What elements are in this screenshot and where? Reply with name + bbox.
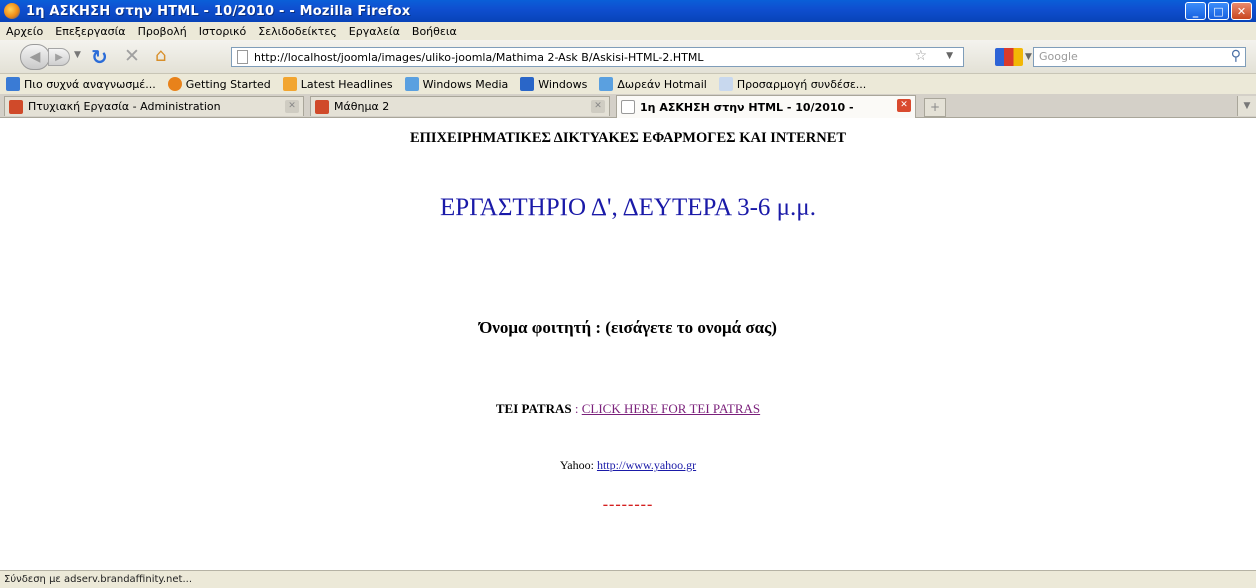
page-content: ΕΠΙΧΕΙΡΗΜΑΤΙΚΕΣ ΔΙΚΤΥΑΚΕΣ ΕΦΑΡΜΟΓΕΣ ΚΑΙ … [0,118,1256,570]
bookmark-windows-media[interactable]: Windows Media [399,77,509,91]
tei-label: TEI PATRAS [495,401,572,416]
history-dropdown-icon[interactable]: ▼ [74,50,81,60]
menu-help[interactable]: Βοήθεια [406,25,463,38]
search-icon[interactable]: ⚲ [1231,47,1241,65]
joomla-icon [9,99,23,114]
firefox-icon [167,77,182,91]
tab-askisi-html[interactable]: 1η ΑΣΚΗΣΗ στην HTML - 10/2010 - ✕ [616,95,916,118]
windows-icon [599,77,614,91]
menu-file[interactable]: Αρχείο [0,25,49,38]
bookmark-most-visited[interactable]: Πιο συχνά αναγνωσμέ... [0,77,156,91]
bookmark-label: Windows Media [422,77,509,91]
bookmark-label: Πιο συχνά αναγνωσμέ... [24,77,156,91]
back-button[interactable]: ◀ [20,44,50,70]
close-tab-icon[interactable]: ✕ [591,100,605,113]
search-input[interactable]: Google ⚲ [1033,47,1246,67]
page-icon [237,50,248,64]
folder-icon [6,77,20,91]
yahoo-link[interactable]: http://www.yahoo.gr [597,458,696,472]
menu-history[interactable]: Ιστορικό [193,25,253,38]
rss-icon [282,77,297,91]
window-controls: _ □ ✕ [1185,2,1252,20]
url-dropdown-icon[interactable]: ▼ [946,51,953,61]
page-heading: ΕΠΙΧΕΙΡΗΜΑΤΙΚΕΣ ΔΙΚΤΥΑΚΕΣ ΕΦΑΡΜΟΓΕΣ ΚΑΙ … [409,130,847,146]
bookmark-latest-headlines[interactable]: Latest Headlines [277,77,393,91]
bookmarks-toolbar: Πιο συχνά αναγνωσμέ... Getting Started L… [0,74,1256,94]
forward-button[interactable]: ▶ [48,48,70,66]
close-tab-icon[interactable]: ✕ [285,100,299,113]
minimize-button[interactable]: _ [1185,2,1206,20]
joomla-icon [315,99,329,114]
firefox-icon [4,3,20,19]
tab-mathima-2[interactable]: Μάθημα 2 ✕ [310,96,610,116]
home-icon[interactable]: ⌂ [155,45,166,66]
search-engine-icon[interactable] [995,48,1023,66]
tei-separator: : [571,401,582,416]
page-icon [718,77,733,91]
msn-icon [520,77,535,91]
menu-tools[interactable]: Εργαλεία [343,25,406,38]
tab-list-dropdown-icon[interactable]: ▼ [1237,96,1256,116]
bookmark-hotmail[interactable]: Δωρεάν Hotmail [593,77,707,91]
tei-line: TEI PATRAS : CLICK HERE FOR TEI PATRAS [0,401,1256,417]
bookmark-label: Δωρεάν Hotmail [617,77,707,91]
stop-icon[interactable]: ✕ [124,45,140,67]
window-title: 1η ΑΣΚΗΣΗ στην HTML - 10/2010 - - Mozill… [26,3,411,19]
page-icon [621,100,635,114]
window-titlebar: 1η ΑΣΚΗΣΗ στην HTML - 10/2010 - - Mozill… [0,0,1256,22]
navigation-toolbar: ◀ ▶ ▼ ↻ ✕ ⌂ http://localhost/joomla/imag… [0,40,1256,74]
close-tab-icon[interactable]: ✕ [897,99,911,112]
search-engine-dropdown-icon[interactable]: ▼ [1025,52,1032,62]
reload-icon[interactable]: ↻ [91,45,108,69]
bookmark-label: Προσαρμογή συνδέσε... [736,77,867,91]
bookmark-label: Getting Started [185,77,271,91]
tei-link[interactable]: CLICK HERE FOR TEI PATRAS [582,401,760,416]
menu-edit[interactable]: Επεξεργασία [49,25,131,38]
student-name-line: Όνομα φοιτητή : (εισάγετε το ονομά σας) [479,318,777,337]
lab-heading: ΕΡΓΑΣΤΗΡΙΟ Δ', ΔΕΥΤΕΡΑ 3-6 μ.μ. [440,194,816,221]
tab-bar: Πτυχιακή Εργασία - Administration ✕ Μάθη… [0,94,1256,118]
yahoo-line: Yahoo: http://www.yahoo.gr [0,458,1256,473]
close-button[interactable]: ✕ [1231,2,1252,20]
maximize-button[interactable]: □ [1208,2,1229,20]
bookmark-label: Windows [538,77,588,91]
tab-label: Πτυχιακή Εργασία - Administration [28,100,221,113]
star-icon[interactable]: ☆ [914,48,927,64]
bookmark-getting-started[interactable]: Getting Started [162,77,271,91]
bookmark-customize-links[interactable]: Προσαρμογή συνδέσε... [713,77,866,91]
bookmark-label: Latest Headlines [300,77,393,91]
red-dashes: -------- [602,496,654,513]
windows-icon [404,77,419,91]
status-bar: Σύνδεση με adserv.brandaffinity.net... [0,570,1256,588]
new-tab-button[interactable]: + [924,98,946,117]
bookmark-windows[interactable]: Windows [514,77,587,91]
menu-bookmarks[interactable]: Σελιδοδείκτες [252,25,343,38]
yahoo-label: Yahoo: [559,458,597,472]
tab-administration[interactable]: Πτυχιακή Εργασία - Administration ✕ [4,96,304,116]
tab-label: Μάθημα 2 [334,100,390,113]
search-placeholder: Google [1039,50,1078,63]
menu-bar: Αρχείο Επεξεργασία Προβολή Ιστορικό Σελι… [0,22,1256,40]
url-text[interactable]: http://localhost/joomla/images/uliko-joo… [254,51,703,64]
address-bar[interactable]: http://localhost/joomla/images/uliko-joo… [231,47,964,67]
menu-view[interactable]: Προβολή [132,25,193,38]
forward-icon: ▶ [55,51,63,63]
tab-label: 1η ΑΣΚΗΣΗ στην HTML - 10/2010 - [640,100,854,114]
back-icon: ◀ [29,49,41,65]
